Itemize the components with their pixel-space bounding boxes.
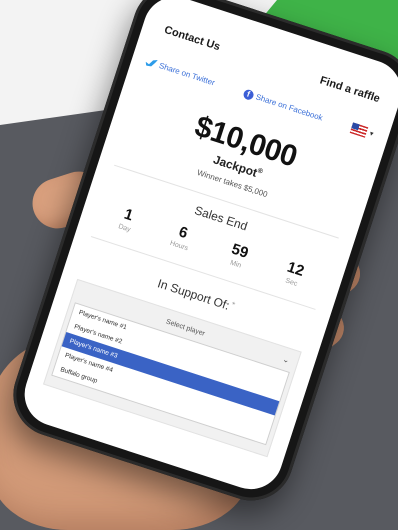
countdown-hours: 6 Hours — [169, 222, 195, 252]
share-twitter-label: Share on Twitter — [157, 60, 216, 88]
countdown-days: 1 Day — [117, 205, 137, 234]
countdown-value: 12 — [285, 258, 307, 280]
chevron-down-icon[interactable]: ⌄ — [282, 355, 291, 366]
share-facebook-label: Share on Facebook — [254, 92, 324, 123]
us-flag-icon — [349, 122, 369, 138]
countdown-minutes: 59 Min — [227, 240, 251, 271]
countdown-value: 1 — [122, 205, 136, 225]
language-selector[interactable]: ▼ — [349, 122, 376, 140]
player-select[interactable]: Select player ⌄ Player's name #1 Player'… — [42, 278, 302, 458]
jackpot-registered-mark: ® — [256, 167, 264, 176]
share-twitter-button[interactable]: Share on Twitter — [145, 57, 216, 88]
countdown-unit: Day — [117, 223, 132, 234]
countdown-seconds: 12 Sec — [282, 259, 306, 289]
facebook-icon: f — [242, 87, 255, 101]
required-mark: * — [230, 300, 237, 310]
twitter-icon — [145, 57, 158, 69]
countdown-value: 59 — [229, 240, 251, 262]
caret-down-icon: ▼ — [367, 130, 376, 138]
